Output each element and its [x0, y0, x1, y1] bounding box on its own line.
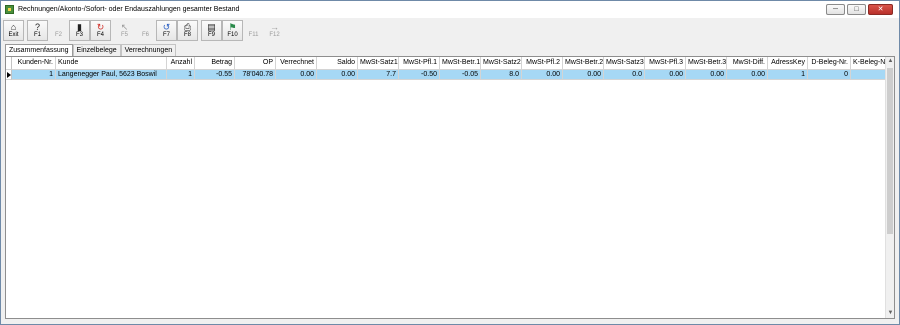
minimize-button[interactable]: ─ [826, 4, 845, 15]
col-mwst-satz2[interactable]: MwSt-Satz2 [481, 57, 522, 70]
flag-button[interactable]: ⚑ F10 [222, 19, 243, 41]
col-mwst-pfl3[interactable]: MwSt-Pfl.3 [645, 57, 686, 70]
tab-einzelbelege[interactable]: Einzelbelege [72, 44, 121, 56]
col-mwst-satz1[interactable]: MwSt-Satz1 [358, 57, 399, 70]
cell-saldo[interactable]: 0.00 [317, 70, 358, 80]
help-icon: ? [34, 21, 40, 32]
delete-button[interactable]: ▮ F3 [69, 19, 90, 41]
cell-kunden-nr[interactable]: 1 [12, 70, 56, 80]
col-kunde[interactable]: Kunde [56, 57, 167, 70]
arrow-right-icon: → [270, 21, 279, 32]
scroll-thumb[interactable] [887, 68, 893, 234]
col-mwst-satz3[interactable]: MwSt-Satz3 [604, 57, 645, 70]
cell-mwst-satz1[interactable]: 7.7 [358, 70, 399, 80]
cell-adresskey[interactable]: 1 [768, 70, 808, 80]
col-mwst-diff[interactable]: MwSt-Diff. [727, 57, 768, 70]
cell-mwst-satz3[interactable]: 0.0 [604, 70, 645, 80]
trash-icon: ▮ [77, 21, 82, 32]
printer-icon: ⎙ [183, 21, 192, 32]
close-button[interactable]: ✕ [868, 4, 893, 15]
exit-icon: ⌂ [10, 21, 17, 32]
cell-op[interactable]: 78'040.78 [235, 70, 276, 80]
tab-strip: Zusammenfassung Einzelbelege Verrechnung… [5, 44, 177, 57]
current-row-arrow-icon [7, 72, 11, 78]
f6-button[interactable]: F6 [135, 20, 156, 41]
scroll-down-icon[interactable]: ▼ [886, 309, 895, 318]
scroll-up-icon[interactable]: ▲ [886, 57, 895, 66]
col-saldo[interactable]: Saldo [317, 57, 358, 70]
print-button[interactable]: ⎙ F8 [177, 19, 198, 41]
col-d-beleg-nr[interactable]: D-Beleg-Nr. [808, 57, 851, 70]
cell-mwst-pfl3[interactable]: 0.00 [645, 70, 686, 80]
refresh-button[interactable]: ↻ F4 [90, 19, 111, 41]
grid-header-row: Kunden-Nr. Kunde Anzahl Betrag OP Verrec… [6, 57, 892, 70]
col-op[interactable]: OP [235, 57, 276, 70]
cell-mwst-pfl2[interactable]: 0.00 [522, 70, 563, 80]
flag-icon: ⚑ [228, 21, 237, 32]
cell-verrechnet[interactable]: 0.00 [276, 70, 317, 80]
col-mwst-betr3[interactable]: MwSt-Betr.3 [686, 57, 727, 70]
col-verrechnet[interactable]: Verrechnet [276, 57, 317, 70]
f12-button[interactable]: → F12 [264, 20, 285, 41]
col-mwst-pfl2[interactable]: MwSt-Pfl.2 [522, 57, 563, 70]
maximize-button[interactable]: □ [847, 4, 866, 15]
cell-betrag[interactable]: -0.55 [195, 70, 235, 80]
col-adresskey[interactable]: AdressKey [768, 57, 808, 70]
f2-button[interactable]: F2 [48, 20, 69, 41]
col-betrag[interactable]: Betrag [195, 57, 235, 70]
col-mwst-betr2[interactable]: MwSt-Betr.2 [563, 57, 604, 70]
list-icon: ▤ [207, 21, 216, 32]
cell-mwst-betr3[interactable]: 0.00 [686, 70, 727, 80]
cell-mwst-diff[interactable]: 0.00 [727, 70, 768, 80]
cell-mwst-pfl1[interactable]: -0.50 [399, 70, 440, 80]
cursor-icon: ↖ [120, 21, 129, 32]
row-selector[interactable] [6, 70, 12, 80]
list-button[interactable]: ▤ F9 [201, 19, 222, 41]
col-anzahl[interactable]: Anzahl [167, 57, 195, 70]
f5-button[interactable]: ↖ F5 [114, 20, 135, 41]
data-grid: Kunden-Nr. Kunde Anzahl Betrag OP Verrec… [5, 56, 895, 319]
help-button[interactable]: ? F1 [27, 19, 48, 41]
cell-anzahl[interactable]: 1 [167, 70, 195, 80]
toolbar: ⌂ Exit ? F1 F2 ▮ F3 ↻ F4 ↖ F5 F6 ↺ F7 ⎙ … [3, 19, 285, 41]
app-icon [5, 5, 14, 14]
f11-button[interactable]: F11 [243, 20, 264, 41]
cell-mwst-betr2[interactable]: 0.00 [563, 70, 604, 80]
undo-icon: ↺ [162, 21, 171, 32]
refresh-icon: ↻ [96, 21, 105, 32]
cell-mwst-satz2[interactable]: 8.0 [481, 70, 522, 80]
table-row[interactable]: 1 Langenegger Paul, 5623 Boswil 1 -0.55 … [6, 70, 892, 80]
col-kunden-nr[interactable]: Kunden-Nr. [12, 57, 56, 70]
col-mwst-betr1[interactable]: MwSt-Betr.1 [440, 57, 481, 70]
cell-d-beleg-nr[interactable]: 0 [808, 70, 851, 80]
col-mwst-pfl1[interactable]: MwSt-Pfl.1 [399, 57, 440, 70]
row-header-corner [6, 57, 12, 70]
vertical-scrollbar[interactable]: ▲ ▼ [885, 57, 894, 318]
main-window: Rechnungen/Akonto-/Sofort- oder Endausza… [0, 0, 900, 325]
undo-button[interactable]: ↺ F7 [156, 19, 177, 41]
window-title: Rechnungen/Akonto-/Sofort- oder Endausza… [18, 6, 240, 13]
tab-verrechnungen[interactable]: Verrechnungen [120, 44, 177, 56]
exit-button[interactable]: ⌂ Exit [3, 19, 24, 41]
title-bar: Rechnungen/Akonto-/Sofort- oder Endausza… [1, 1, 899, 18]
cell-kunde[interactable]: Langenegger Paul, 5623 Boswil [56, 70, 167, 80]
cell-mwst-betr1[interactable]: -0.05 [440, 70, 481, 80]
